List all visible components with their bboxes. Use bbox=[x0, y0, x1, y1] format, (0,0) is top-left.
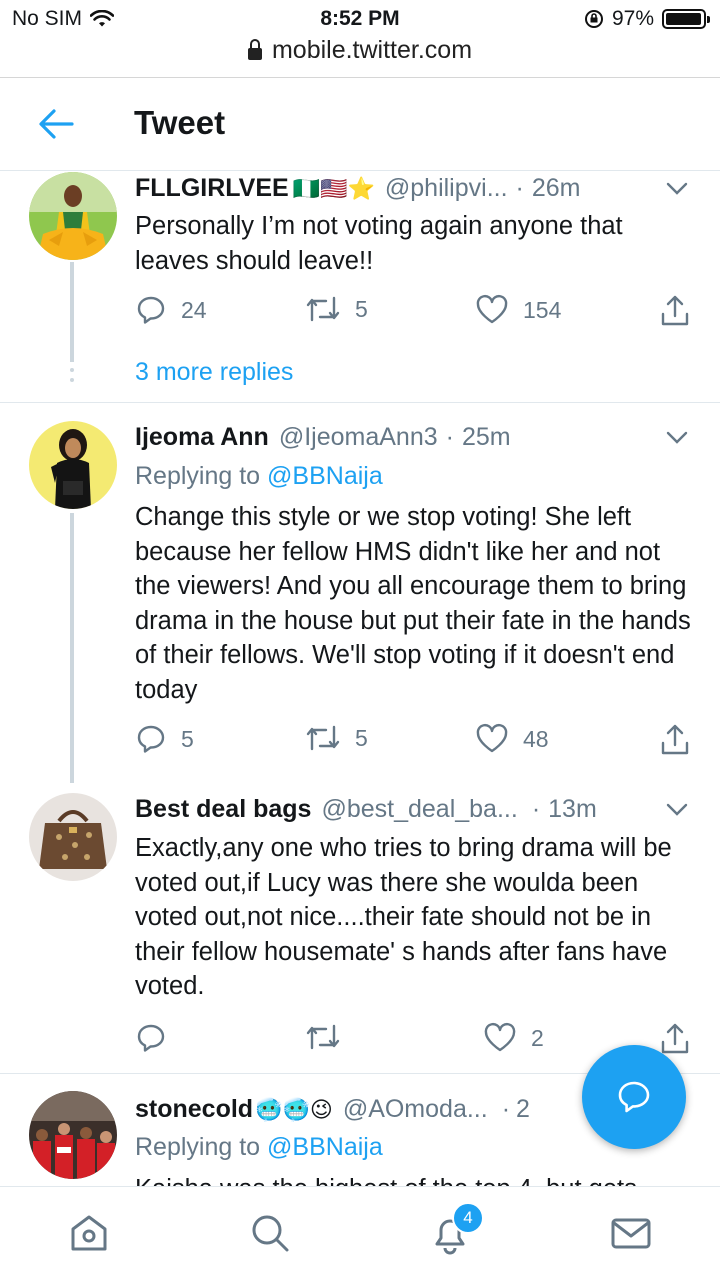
battery-level bbox=[666, 13, 701, 25]
page-title: Tweet bbox=[134, 104, 226, 141]
chevron-down-icon[interactable] bbox=[666, 182, 688, 196]
battery-icon bbox=[662, 9, 710, 29]
like-icon bbox=[476, 723, 508, 753]
chevron-down-icon[interactable] bbox=[666, 431, 688, 445]
replying-prefix: Replying to bbox=[135, 1133, 261, 1161]
tweet-fllgirlvee[interactable]: FLLGIRLVEE 🇳🇬🇺🇸⭐ @philipvi... · 26m Pers… bbox=[0, 170, 720, 402]
avatar[interactable] bbox=[29, 1091, 117, 1179]
avatar[interactable] bbox=[29, 421, 117, 509]
reply-button[interactable]: 24 bbox=[135, 294, 207, 326]
name-emoji: 🥶🥶😉 bbox=[255, 1096, 333, 1122]
search-icon[interactable] bbox=[248, 1211, 292, 1255]
mention-link[interactable]: @BBNaija bbox=[267, 462, 383, 490]
lock-icon bbox=[247, 38, 262, 60]
tweet-text: Change this style or we stop voting! She… bbox=[135, 503, 691, 704]
reply-button[interactable]: 5 bbox=[135, 723, 194, 755]
timestamp[interactable]: 26m bbox=[532, 174, 581, 203]
avatar[interactable] bbox=[29, 172, 117, 260]
retweet-button[interactable] bbox=[305, 1022, 355, 1052]
bottom-navigation bbox=[0, 1186, 720, 1281]
reply-button[interactable] bbox=[135, 1022, 181, 1054]
share-icon bbox=[661, 724, 689, 755]
tweet-actions: 5 5 48 bbox=[135, 723, 695, 759]
retweet-count: 5 bbox=[355, 295, 368, 322]
thread-dots bbox=[70, 358, 74, 388]
replying-to: Replying to @BBNaija bbox=[135, 462, 383, 491]
tweet-actions: 24 5 154 bbox=[135, 294, 695, 330]
like-icon bbox=[484, 1022, 516, 1052]
status-bar: No SIM 8:52 PM 97% bbox=[0, 0, 720, 40]
display-name[interactable]: FLLGIRLVEE bbox=[135, 174, 289, 203]
share-button[interactable] bbox=[659, 1022, 691, 1056]
like-button[interactable]: 2 bbox=[483, 1022, 544, 1054]
mail-icon[interactable] bbox=[609, 1211, 653, 1255]
chevron-down-icon[interactable] bbox=[666, 803, 688, 817]
share-button[interactable] bbox=[659, 723, 691, 757]
page-header: Tweet bbox=[0, 78, 720, 171]
reply-icon bbox=[137, 725, 165, 753]
like-button[interactable]: 154 bbox=[475, 294, 561, 326]
dot-separator: · bbox=[531, 795, 541, 823]
retweet-button[interactable]: 5 bbox=[305, 294, 368, 324]
retweet-button[interactable]: 5 bbox=[305, 723, 368, 753]
timestamp[interactable]: 13m bbox=[548, 795, 597, 824]
tweet-header: Best deal bags @best_deal_ba... · 13m bbox=[135, 795, 690, 824]
avatar[interactable] bbox=[29, 793, 117, 881]
like-count: 48 bbox=[523, 725, 549, 752]
retweet-icon bbox=[306, 296, 340, 322]
tweet-header: Ijeoma Ann @IjeomaAnn3 · 25m bbox=[135, 423, 690, 452]
reply-count: 5 bbox=[181, 725, 194, 752]
dot-separator: · bbox=[501, 1095, 511, 1123]
more-replies-link[interactable]: 3 more replies bbox=[135, 358, 293, 387]
mention-link[interactable]: @BBNaija bbox=[267, 1133, 383, 1161]
notifications-badge: 4 bbox=[452, 1202, 484, 1234]
reply-icon bbox=[137, 1024, 165, 1052]
tweet-text: Personally I’m not voting again anyone t… bbox=[135, 212, 623, 275]
home-icon[interactable] bbox=[67, 1211, 111, 1255]
display-name[interactable]: Best deal bags bbox=[135, 795, 311, 824]
retweet-icon bbox=[306, 1024, 340, 1050]
display-name[interactable]: Ijeoma Ann bbox=[135, 423, 269, 452]
compose-icon bbox=[618, 1081, 650, 1113]
handle[interactable]: @IjeomaAnn3 bbox=[279, 423, 438, 452]
thread-line bbox=[70, 513, 74, 783]
share-icon bbox=[661, 295, 689, 326]
orientation-lock-icon bbox=[584, 10, 603, 28]
like-icon bbox=[476, 294, 508, 324]
dot-separator: · bbox=[515, 174, 524, 202]
retweet-icon bbox=[306, 725, 340, 751]
handle[interactable]: @best_deal_ba... bbox=[321, 795, 517, 824]
tweet-best-deal-bags[interactable]: Best deal bags @best_deal_ba... · 13m Ex… bbox=[0, 780, 720, 1073]
dot-separator: · bbox=[445, 423, 454, 451]
back-arrow-icon[interactable] bbox=[36, 106, 76, 142]
reply-count: 24 bbox=[181, 296, 207, 323]
retweet-count: 5 bbox=[355, 724, 368, 751]
status-right: 97% bbox=[584, 7, 710, 31]
tweet-text: Exactly,any one who tries to bring drama… bbox=[135, 834, 672, 1000]
timestamp[interactable]: 2 bbox=[516, 1095, 530, 1124]
thread-line bbox=[70, 262, 74, 362]
name-emoji: 🇳🇬🇺🇸⭐ bbox=[292, 175, 375, 201]
share-button[interactable] bbox=[659, 294, 691, 328]
tweet-text: Kaisha was the highest of the top 4, but… bbox=[135, 1172, 695, 1186]
share-icon bbox=[661, 1023, 689, 1054]
display-name[interactable]: stonecold bbox=[135, 1095, 253, 1124]
like-button[interactable]: 48 bbox=[475, 723, 549, 755]
reply-icon bbox=[137, 296, 165, 324]
url-bar[interactable]: mobile.twitter.com bbox=[0, 36, 720, 65]
tweet-header: FLLGIRLVEE 🇳🇬🇺🇸⭐ @philipvi... · 26m bbox=[135, 174, 690, 203]
like-count: 2 bbox=[531, 1024, 544, 1051]
replying-to: Replying to @BBNaija bbox=[135, 1133, 383, 1162]
tweet-ijeoma-ann[interactable]: Ijeoma Ann @IjeomaAnn3 · 25m Replying to… bbox=[0, 403, 720, 783]
handle[interactable]: @AOmoda... bbox=[343, 1095, 488, 1124]
handle[interactable]: @philipvi... bbox=[385, 174, 508, 203]
replying-prefix: Replying to bbox=[135, 462, 261, 490]
timestamp[interactable]: 25m bbox=[462, 423, 511, 452]
like-count: 154 bbox=[523, 296, 562, 323]
url-text: mobile.twitter.com bbox=[271, 36, 473, 64]
compose-button[interactable] bbox=[582, 1045, 686, 1149]
battery-percent: 97% bbox=[611, 7, 654, 30]
